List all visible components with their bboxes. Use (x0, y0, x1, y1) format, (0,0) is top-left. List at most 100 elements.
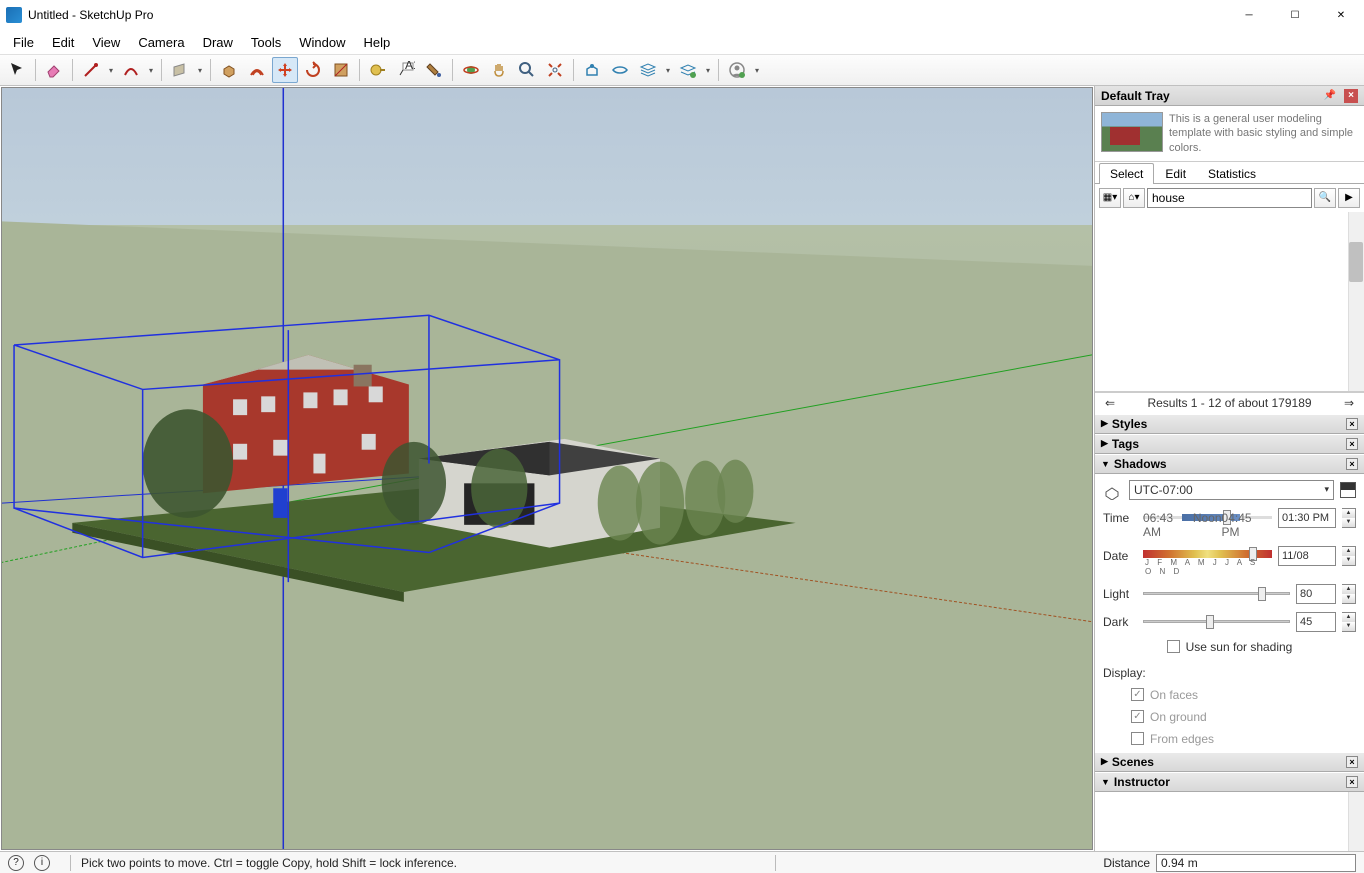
results-prev-icon[interactable]: ⇐ (1101, 396, 1119, 410)
menu-file[interactable]: File (4, 32, 43, 53)
zoom-tool-icon[interactable] (514, 57, 540, 83)
shadows-close-icon[interactable]: × (1346, 458, 1358, 470)
results-count: Results 1 - 12 of about 179189 (1119, 396, 1340, 410)
date-label: Date (1103, 549, 1137, 563)
arc-dropdown-icon[interactable]: ▾ (146, 66, 156, 75)
home-icon[interactable]: ⌂▾ (1123, 188, 1145, 208)
account-icon[interactable] (724, 57, 750, 83)
panel-instructor[interactable]: ▼Instructor× (1095, 772, 1364, 792)
tags-close-icon[interactable]: × (1346, 438, 1358, 450)
display-label: Display: (1103, 666, 1356, 680)
pushpull-tool-icon[interactable] (216, 57, 242, 83)
warehouse-tool-icon[interactable] (579, 57, 605, 83)
maximize-button[interactable]: ☐ (1272, 0, 1318, 30)
advanced-icon[interactable]: ▶ (1338, 188, 1360, 208)
layers-add-icon[interactable] (675, 57, 701, 83)
tray-close-icon[interactable]: × (1344, 89, 1358, 103)
panel-shadows[interactable]: ▼Shadows× (1095, 454, 1364, 474)
tape-tool-icon[interactable] (365, 57, 391, 83)
light-slider[interactable] (1143, 586, 1290, 602)
dark-value[interactable]: 45 (1296, 612, 1336, 632)
rotate-tool-icon[interactable] (300, 57, 326, 83)
tab-statistics[interactable]: Statistics (1197, 163, 1267, 184)
panel-tags[interactable]: ▶Tags× (1095, 434, 1364, 454)
tray-header[interactable]: Default Tray 📌 × (1095, 86, 1364, 106)
view-mode-icon[interactable]: ▦▾ (1099, 188, 1121, 208)
close-button[interactable]: ✕ (1318, 0, 1364, 30)
ground-checkbox[interactable]: ✓ (1131, 710, 1144, 723)
time-slider[interactable]: 06:43 AMNoon04:45 PM (1143, 509, 1272, 527)
info-icon[interactable]: i (34, 855, 50, 871)
tab-edit[interactable]: Edit (1154, 163, 1197, 184)
menu-tools[interactable]: Tools (242, 32, 290, 53)
style-thumbnail[interactable] (1101, 112, 1163, 152)
zoom-extents-tool-icon[interactable] (542, 57, 568, 83)
layers2-dropdown-icon[interactable]: ▾ (703, 66, 713, 75)
instructor-close-icon[interactable]: × (1346, 776, 1358, 788)
offset-tool-icon[interactable] (244, 57, 270, 83)
menu-view[interactable]: View (83, 32, 129, 53)
timezone-select[interactable]: UTC-07:00▾ (1129, 480, 1334, 500)
search-input[interactable] (1147, 188, 1312, 208)
search-row: ▦▾ ⌂▾ 🔍 ▶ (1095, 184, 1364, 212)
shadow-toggle-icon[interactable] (1103, 480, 1123, 500)
scale-tool-icon[interactable] (328, 57, 354, 83)
arc-tool-icon[interactable] (118, 57, 144, 83)
text-tool-icon[interactable]: A1 (393, 57, 419, 83)
results-next-icon[interactable]: ⇒ (1340, 396, 1358, 410)
dark-spinner[interactable]: ▲▼ (1342, 612, 1356, 632)
menu-window[interactable]: Window (290, 32, 354, 53)
menu-camera[interactable]: Camera (129, 32, 193, 53)
rectangle-tool-icon[interactable] (167, 57, 193, 83)
light-label: Light (1103, 587, 1137, 601)
light-spinner[interactable]: ▲▼ (1342, 584, 1356, 604)
line-tool-icon[interactable] (78, 57, 104, 83)
results-scroll-thumb[interactable] (1349, 242, 1363, 282)
results-scrollbar[interactable] (1348, 212, 1364, 391)
workspace: Default Tray 📌 × This is a general user … (0, 86, 1364, 851)
menu-help[interactable]: Help (355, 32, 400, 53)
dark-slider[interactable] (1143, 614, 1290, 630)
menu-draw[interactable]: Draw (194, 32, 242, 53)
search-icon[interactable]: 🔍 (1314, 188, 1336, 208)
rect-dropdown-icon[interactable]: ▾ (195, 66, 205, 75)
help-icon[interactable]: ? (8, 855, 24, 871)
time-spinner[interactable]: ▲▼ (1342, 508, 1356, 528)
line-dropdown-icon[interactable]: ▾ (106, 66, 116, 75)
styles-close-icon[interactable]: × (1346, 418, 1358, 430)
paint-tool-icon[interactable] (421, 57, 447, 83)
eraser-tool-icon[interactable] (41, 57, 67, 83)
pan-tool-icon[interactable] (486, 57, 512, 83)
move-tool-icon[interactable] (272, 57, 298, 83)
panel-scenes[interactable]: ▶Scenes× (1095, 752, 1364, 772)
pin-icon[interactable]: 📌 (1320, 90, 1340, 101)
orbit-tool-icon[interactable] (458, 57, 484, 83)
panel-styles[interactable]: ▶Styles× (1095, 414, 1364, 434)
layers-tool-icon[interactable] (635, 57, 661, 83)
scenes-close-icon[interactable]: × (1346, 756, 1358, 768)
layers-dropdown-icon[interactable]: ▾ (663, 66, 673, 75)
on-ground-label: On ground (1150, 710, 1207, 724)
time-value[interactable]: 01:30 PM (1278, 508, 1336, 528)
select-tool-icon[interactable] (4, 57, 30, 83)
extension-tool-icon[interactable] (607, 57, 633, 83)
minimize-button[interactable]: ─ (1226, 0, 1272, 30)
edges-checkbox[interactable] (1131, 732, 1144, 745)
distance-value[interactable]: 0.94 m (1156, 854, 1356, 872)
sun-checkbox[interactable] (1167, 640, 1180, 653)
menu-edit[interactable]: Edit (43, 32, 83, 53)
results-area[interactable] (1095, 212, 1364, 392)
date-value[interactable]: 11/08 (1278, 546, 1336, 566)
style-desc-text: This is a general user modeling template… (1169, 112, 1358, 155)
faces-checkbox[interactable]: ✓ (1131, 688, 1144, 701)
3d-viewport[interactable] (1, 87, 1093, 850)
status-hint: Pick two points to move. Ctrl = toggle C… (81, 856, 457, 870)
date-spinner[interactable]: ▲▼ (1342, 546, 1356, 566)
shadow-display-toggle-icon[interactable] (1340, 482, 1356, 498)
tab-select[interactable]: Select (1099, 163, 1154, 184)
instructor-scrollbar[interactable] (1348, 792, 1364, 851)
light-value[interactable]: 80 (1296, 584, 1336, 604)
date-slider[interactable]: J F M A M J J A S O N D (1143, 547, 1272, 565)
results-nav: ⇐ Results 1 - 12 of about 179189 ⇒ (1095, 392, 1364, 414)
account-dropdown-icon[interactable]: ▾ (752, 66, 762, 75)
